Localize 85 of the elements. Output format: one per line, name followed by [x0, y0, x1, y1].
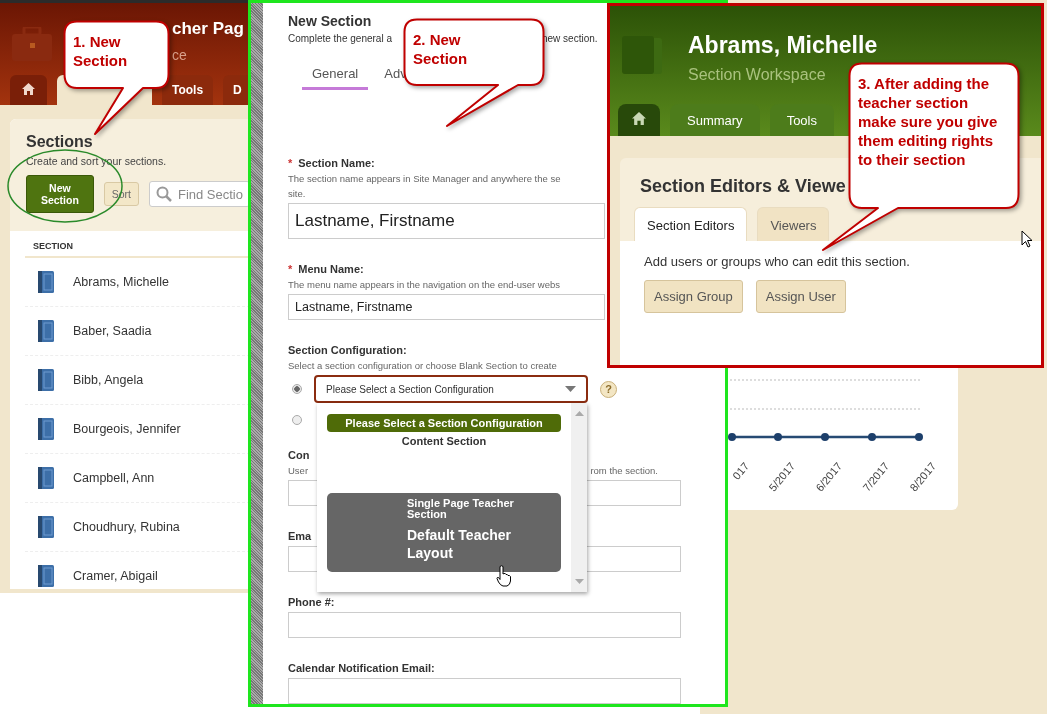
- site-title: cher Pag: [172, 19, 244, 39]
- callout-text: 3. After adding the teacher section make sure you give them editing rights to their section: [858, 74, 999, 169]
- book-icon: [38, 271, 54, 293]
- section-name[interactable]: Abrams, Michelle: [73, 275, 169, 289]
- assign-button[interactable]: Assign Group: [644, 280, 743, 313]
- home-icon: [22, 82, 35, 95]
- config-select[interactable]: Please Select a Section Configuration: [314, 375, 588, 403]
- field-label: Con: [288, 449, 310, 461]
- text-field[interactable]: [288, 678, 681, 704]
- form-description: Complete the general a: [288, 33, 392, 44]
- required-marker: *: [288, 157, 293, 169]
- search-icon: [155, 186, 172, 202]
- callout-text: 2. New Section: [413, 30, 469, 68]
- field-label: Section Name:: [298, 157, 375, 169]
- field-label: Calendar Notification Email:: [288, 662, 435, 674]
- field-description: The menu name appears in the navigation on the end-user webs: [288, 279, 561, 290]
- form-title: New Section: [288, 13, 373, 29]
- field-description: User: [288, 465, 309, 476]
- search-placeholder: Find Sectio: [177, 186, 243, 202]
- field-description: rom the section.: [590, 465, 658, 476]
- workspace-subtitle: Section Workspace: [688, 66, 826, 84]
- radio-button[interactable]: [292, 415, 302, 425]
- field-label: Phone #:: [288, 596, 335, 608]
- book-icon: [38, 320, 54, 342]
- data-point: [915, 433, 923, 441]
- caret-icon: [565, 386, 576, 392]
- sections-heading: Sections: [26, 133, 94, 151]
- scrollbar[interactable]: [571, 403, 587, 592]
- book-icon: [38, 516, 54, 538]
- field-label: Ema: [288, 530, 312, 542]
- book-icon: [38, 369, 54, 391]
- home-tab[interactable]: [618, 104, 660, 136]
- radio-button[interactable]: [292, 384, 302, 394]
- section-name[interactable]: Cramer, Abigail: [73, 569, 158, 583]
- data-point: [728, 433, 736, 441]
- nav-tab[interactable]: Summary: [670, 104, 760, 136]
- nav-tab[interactable]: D: [223, 75, 250, 105]
- form-tab[interactable]: General: [302, 64, 369, 90]
- panel-description: Add users or groups who can edit this section.: [644, 254, 911, 269]
- field-description: site.: [288, 188, 307, 199]
- home-icon: [632, 112, 646, 125]
- text-field[interactable]: Lastname, Firstname: [288, 203, 605, 239]
- nav-tab[interactable]: Tools: [162, 75, 214, 105]
- field-label: Menu Name:: [298, 263, 364, 275]
- panel-tab[interactable]: Viewers: [757, 207, 830, 241]
- required-marker: *: [288, 263, 293, 275]
- briefcase-icon: [12, 27, 52, 61]
- assign-button[interactable]: Assign User: [755, 280, 846, 313]
- home-tab[interactable]: [10, 75, 47, 105]
- field-value: Lastname, Firstname: [295, 300, 413, 314]
- scroll-up-icon[interactable]: [574, 411, 584, 416]
- section-name[interactable]: Bourgeois, Jennifer: [73, 422, 181, 436]
- section-name[interactable]: Choudhury, Rubina: [73, 520, 180, 534]
- search-field[interactable]: Find Sectio: [148, 181, 250, 207]
- section-name[interactable]: Bibb, Angela: [73, 373, 144, 387]
- field-label: Section Configuration:: [288, 344, 407, 356]
- site-subtitle: ce: [172, 47, 187, 63]
- text-field[interactable]: [288, 612, 681, 638]
- book-icon: [622, 36, 664, 76]
- book-icon: [38, 418, 54, 440]
- data-point: [821, 433, 829, 441]
- book-icon: [38, 565, 54, 587]
- workspace-title: Abrams, Michelle: [688, 32, 878, 59]
- book-icon: [38, 467, 54, 489]
- hand-cursor-icon: [496, 565, 512, 587]
- new-section-button[interactable]: New Section: [26, 175, 94, 213]
- dropdown-option[interactable]: Please Select a Section Configuration: [327, 414, 561, 432]
- field-description: The section name appears in Site Manager and anywhere the se: [288, 173, 562, 184]
- group-label: Single Page Teacher Section: [407, 498, 515, 520]
- section-name[interactable]: Campbell, Ann: [73, 471, 155, 485]
- data-point: [868, 433, 876, 441]
- callout-text: 1. New Section: [73, 32, 129, 70]
- dropdown-option[interactable]: Content Section: [327, 432, 561, 450]
- panel-tab[interactable]: Section Editors: [634, 207, 748, 241]
- field-description: Select a section configuration or choose Blank Section to create: [288, 360, 558, 371]
- section-name[interactable]: Baber, Saadia: [73, 324, 152, 338]
- help-button[interactable]: ?: [600, 380, 617, 398]
- dropdown-option[interactable]: Default Teacher Layout: [407, 526, 527, 562]
- axis-label: 017: [729, 460, 752, 484]
- field-value: Lastname, Firstname: [295, 211, 455, 231]
- nav-tab[interactable]: Tools: [769, 104, 834, 136]
- data-point: [774, 433, 782, 441]
- card-heading: Section Editors & Viewe: [639, 176, 847, 197]
- text-field[interactable]: Lastname, Firstname: [288, 294, 605, 320]
- scroll-down-icon[interactable]: [574, 579, 584, 584]
